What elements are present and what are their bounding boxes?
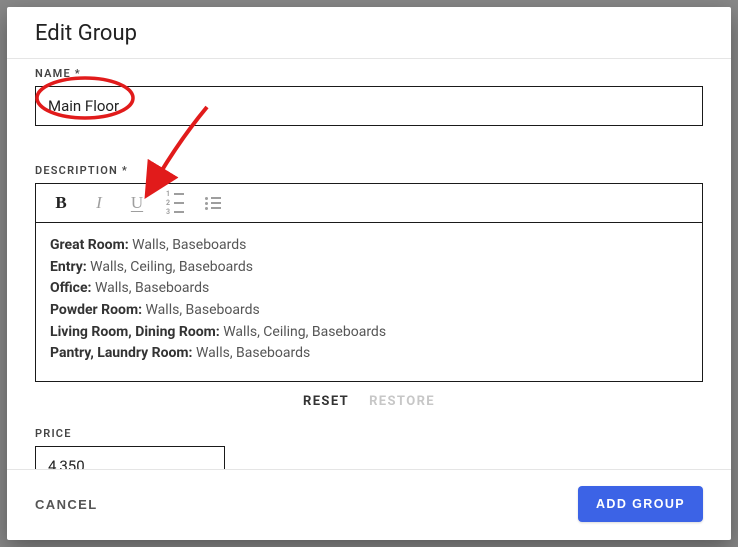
ordered-list-button[interactable]: 1 2 3 — [164, 192, 186, 214]
description-line-label: Great Room: — [50, 237, 129, 253]
edit-group-modal: Edit Group NAME * DESCRIPTION * B I U 1 … — [7, 7, 731, 540]
modal-footer: CANCEL ADD GROUP — [7, 469, 731, 540]
bold-button[interactable]: B — [50, 192, 72, 214]
modal-body: NAME * DESCRIPTION * B I U 1 2 3 — [7, 59, 731, 469]
underline-button[interactable]: U — [126, 192, 148, 214]
description-line-text: Walls, Ceiling, Baseboards — [220, 324, 386, 340]
price-label: PRICE — [35, 427, 703, 440]
rte-content[interactable]: Great Room: Walls, BaseboardsEntry: Wall… — [36, 223, 702, 381]
cancel-button[interactable]: CANCEL — [35, 497, 98, 512]
modal-title: Edit Group — [35, 21, 703, 46]
description-line: Entry: Walls, Ceiling, Baseboards — [50, 257, 688, 279]
restore-button[interactable]: RESTORE — [369, 394, 435, 409]
description-line-label: Office: — [50, 280, 91, 296]
description-line-text: Walls, Baseboards — [193, 345, 311, 361]
italic-button[interactable]: I — [88, 192, 110, 214]
description-line-label: Living Room, Dining Room: — [50, 324, 220, 340]
price-field: PRICE — [35, 427, 703, 469]
name-input[interactable] — [35, 86, 703, 126]
description-line: Office: Walls, Baseboards — [50, 278, 688, 300]
reset-button[interactable]: RESET — [303, 394, 349, 409]
description-label: DESCRIPTION * — [35, 164, 703, 177]
add-group-button[interactable]: ADD GROUP — [578, 486, 703, 522]
name-label: NAME * — [35, 67, 703, 80]
unordered-list-button[interactable] — [202, 192, 224, 214]
description-line-text: Walls, Baseboards — [91, 280, 209, 296]
description-line-text: Walls, Ceiling, Baseboards — [87, 259, 253, 275]
name-field: NAME * — [35, 67, 703, 126]
price-input[interactable] — [35, 446, 225, 469]
description-line: Pantry, Laundry Room: Walls, Baseboards — [50, 343, 688, 365]
description-line: Great Room: Walls, Baseboards — [50, 235, 688, 257]
description-line-text: Walls, Baseboards — [142, 302, 260, 318]
description-actions: RESET RESTORE — [35, 382, 703, 427]
description-line: Living Room, Dining Room: Walls, Ceiling… — [50, 322, 688, 344]
unordered-list-icon — [205, 197, 221, 210]
description-line-label: Pantry, Laundry Room: — [50, 345, 193, 361]
modal-header: Edit Group — [7, 7, 731, 59]
ordered-list-icon: 1 2 3 — [166, 191, 184, 216]
description-line: Powder Room: Walls, Baseboards — [50, 300, 688, 322]
description-line-text: Walls, Baseboards — [129, 237, 247, 253]
description-line-label: Entry: — [50, 259, 87, 275]
rich-text-editor: B I U 1 2 3 Grea — [35, 183, 703, 382]
rte-toolbar: B I U 1 2 3 — [36, 184, 702, 223]
description-line-label: Powder Room: — [50, 302, 142, 318]
